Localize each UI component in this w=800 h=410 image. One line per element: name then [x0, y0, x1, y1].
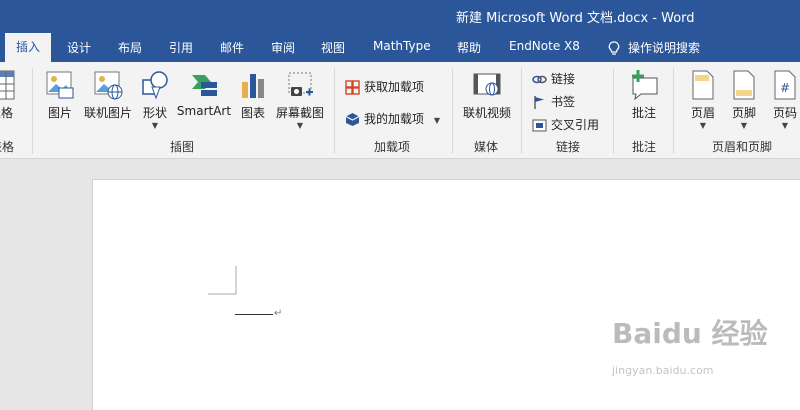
- bookmark-button[interactable]: 书签: [532, 93, 575, 110]
- lightbulb-icon: [608, 41, 620, 55]
- group-separator: [452, 68, 453, 154]
- picture-label: 图片: [47, 106, 72, 120]
- smartart-button[interactable]: SmartArt: [176, 62, 232, 132]
- get-addins-button[interactable]: 获取加载项: [345, 78, 424, 95]
- footer-button[interactable]: 页脚 ▼: [725, 62, 763, 132]
- tell-me-search[interactable]: 操作说明搜索: [608, 39, 700, 56]
- online-video-button[interactable]: 联机视频: [460, 62, 514, 132]
- chevron-down-icon: ▼: [699, 121, 707, 130]
- shapes-icon: [142, 71, 168, 100]
- paragraph-mark-icon: ↵: [274, 308, 283, 319]
- footer-label: 页脚 ▼: [725, 104, 763, 130]
- title-bar: 新建 Microsoft Word 文档.docx - Word: [0, 0, 800, 30]
- get-addins-label: 获取加载项: [364, 80, 425, 94]
- margin-corner-mark: [208, 266, 237, 295]
- footer-page-icon: [733, 70, 755, 100]
- chevron-down-icon: ▼: [433, 116, 440, 125]
- chevron-down-icon: ▼: [781, 121, 789, 130]
- tab-review[interactable]: 审阅: [271, 39, 295, 56]
- group-separator: [32, 68, 33, 154]
- group-separator: [334, 68, 335, 154]
- online-picture-button[interactable]: 联机图片: [82, 62, 134, 132]
- chevron-down-icon: ▼: [740, 121, 748, 130]
- tab-design[interactable]: 设计: [67, 39, 91, 56]
- addin-cube-icon: [345, 113, 360, 126]
- screenshot-button[interactable]: 屏幕截图 ▼: [273, 62, 327, 132]
- group-label-illustrations: 插图: [170, 140, 195, 154]
- video-icon: [473, 73, 501, 96]
- chevron-down-icon: ▼: [296, 121, 304, 130]
- group-label-comments: 批注: [632, 140, 657, 154]
- chevron-down-icon: ▼: [151, 121, 159, 130]
- group-separator: [521, 68, 522, 154]
- link-button[interactable]: 链接: [532, 70, 575, 87]
- header-text: 页眉: [690, 106, 715, 120]
- page-number-icon: #: [774, 70, 796, 100]
- watermark-url: jingyan.baidu.com: [612, 364, 714, 377]
- footer-text: 页脚: [731, 106, 756, 120]
- tell-me-label: 操作说明搜索: [628, 41, 701, 55]
- ribbon-tab-bar: 插入 设计 布局 引用 邮件 审阅 视图 MathType 帮助 EndNote…: [0, 30, 800, 62]
- group-separator: [673, 68, 674, 154]
- shapes-button[interactable]: 形状 ▼: [136, 62, 174, 132]
- tab-layout[interactable]: 布局: [118, 39, 142, 56]
- tab-references[interactable]: 引用: [169, 39, 193, 56]
- bar-chart-icon: [242, 74, 264, 98]
- group-separator: [613, 68, 614, 154]
- page-number-text: 页码: [772, 106, 797, 120]
- comment-icon: [632, 70, 658, 100]
- comment-label: 批注: [631, 106, 656, 120]
- page-number-button[interactable]: # 页码 ▼: [766, 62, 800, 132]
- table-button[interactable]: 表格: [0, 62, 16, 132]
- screenshot-icon: [288, 72, 313, 96]
- tab-insert[interactable]: 插入: [5, 33, 51, 62]
- cross-reference-icon: [532, 119, 547, 132]
- bookmark-flag-icon: [534, 96, 544, 109]
- chart-label: 图表: [240, 106, 265, 120]
- chart-button[interactable]: 图表: [236, 62, 270, 132]
- online-picture-icon: [94, 71, 123, 100]
- tab-endnote[interactable]: EndNote X8: [509, 39, 580, 53]
- smartart-icon: [192, 75, 217, 96]
- window-title: 新建 Microsoft Word 文档.docx - Word: [456, 11, 695, 26]
- online-video-label: 联机视频: [462, 106, 511, 120]
- store-icon: [345, 80, 360, 95]
- bookmark-label: 书签: [551, 95, 576, 109]
- svg-text:#: #: [780, 81, 790, 95]
- picture-icon: [46, 71, 74, 99]
- header-label: 页眉 ▼: [684, 104, 722, 130]
- group-label-table: 表格: [0, 140, 15, 154]
- tab-help[interactable]: 帮助: [457, 39, 481, 56]
- table-label: 表格: [0, 106, 13, 120]
- tab-mailings[interactable]: 邮件: [220, 39, 244, 56]
- shapes-label: 形状 ▼: [136, 104, 174, 130]
- page-number-label: 页码 ▼: [766, 104, 800, 130]
- smartart-label: SmartArt: [176, 104, 232, 118]
- group-label-header-footer: 页眉和页脚: [712, 140, 773, 154]
- group-label-links: 链接: [556, 140, 581, 154]
- screenshot-label: 屏幕截图 ▼: [273, 104, 327, 130]
- tab-view[interactable]: 视图: [321, 39, 345, 56]
- table-icon: [0, 70, 15, 100]
- link-label: 链接: [551, 72, 576, 86]
- my-addins-label: 我的加载项: [364, 112, 425, 126]
- online-picture-label: 联机图片: [83, 106, 132, 120]
- group-label-addins: 加载项: [374, 140, 411, 154]
- text-cursor-line: [235, 314, 273, 315]
- new-comment-button[interactable]: 批注: [622, 62, 666, 132]
- header-button[interactable]: 页眉 ▼: [684, 62, 722, 132]
- cross-reference-button[interactable]: 交叉引用: [532, 116, 599, 133]
- screenshot-text: 屏幕截图: [275, 106, 324, 120]
- tab-mathtype[interactable]: MathType: [373, 39, 431, 53]
- picture-button[interactable]: 图片: [40, 62, 80, 132]
- link-icon: [532, 75, 547, 84]
- my-addins-button[interactable]: 我的加载项 ▼: [345, 110, 440, 127]
- cross-reference-label: 交叉引用: [551, 118, 600, 132]
- header-page-icon: [692, 70, 714, 100]
- watermark-logo: Baidu 经验: [612, 317, 768, 350]
- ribbon: 表格 表格 图片 联机图片 形状▼: [0, 62, 800, 159]
- group-label-media: 媒体: [474, 140, 499, 154]
- shapes-text: 形状: [142, 106, 167, 120]
